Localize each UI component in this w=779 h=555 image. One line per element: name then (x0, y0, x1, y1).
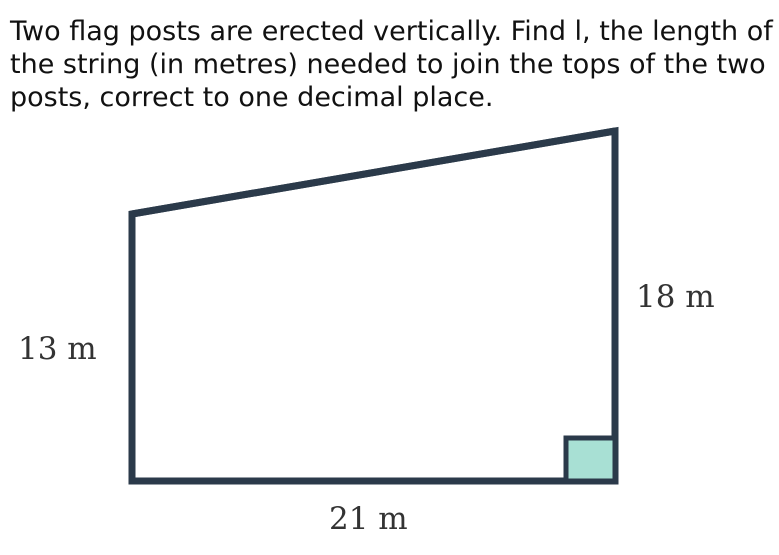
trapezoid-outline (128, 126, 619, 485)
base-label: 21 m (329, 501, 408, 537)
right-post-label: 18 m (636, 279, 715, 315)
left-post-label: 13 m (18, 331, 97, 367)
string-line (128, 127, 619, 218)
flagpost-diagram: 13 m 18 m 21 m (18, 126, 715, 537)
right-angle-marker (566, 438, 615, 481)
